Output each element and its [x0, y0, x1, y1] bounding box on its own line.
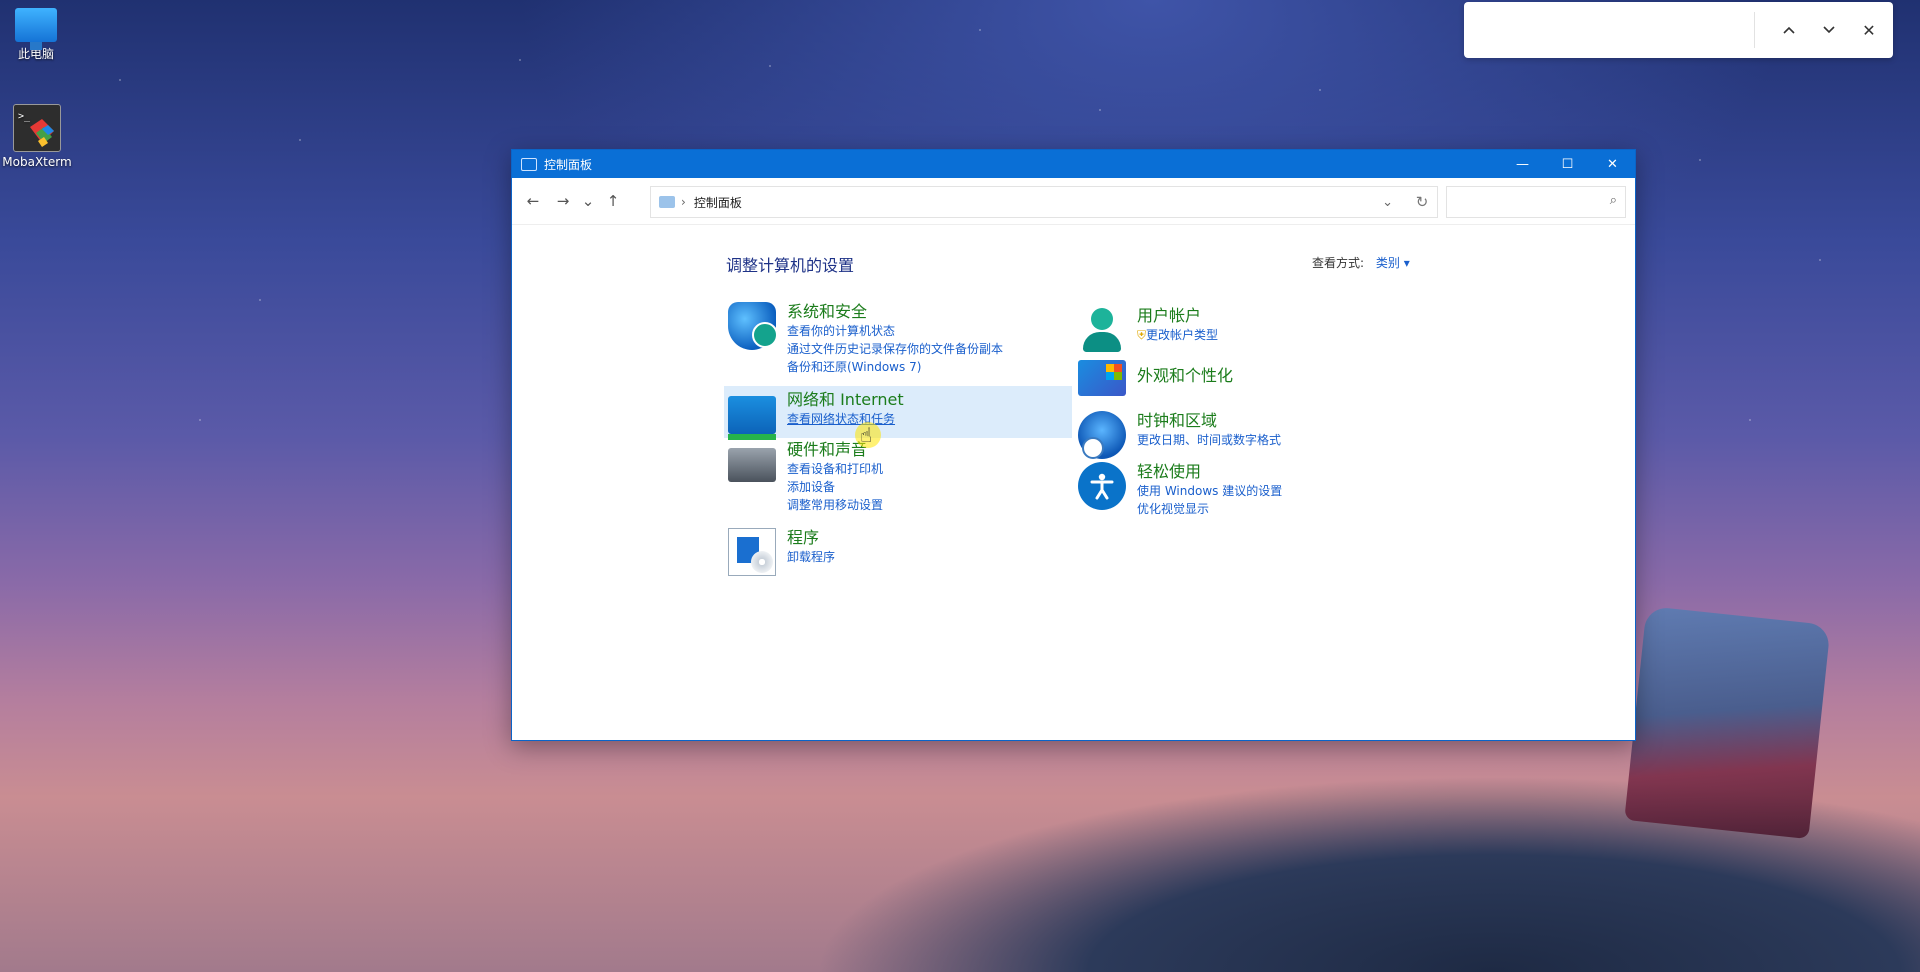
desktop-icon-mobaxterm[interactable]: >_ MobaXterm [0, 104, 75, 169]
page-title: 调整计算机的设置 [726, 256, 855, 275]
wallpaper-robot [1624, 605, 1831, 840]
window-title: 控制面板 [544, 157, 593, 172]
category-link[interactable]: 调整常用移动设置 [787, 496, 883, 514]
desktop-icon-this-pc[interactable]: 此电脑 [0, 8, 74, 62]
control-panel-icon [521, 157, 537, 171]
category-link[interactable]: 优化视觉显示 [1137, 500, 1282, 518]
category-ease-of-access: 轻松使用 使用 Windows 建议的设置 优化视觉显示 [1078, 462, 1282, 518]
category-title[interactable]: 轻松使用 [1137, 462, 1282, 482]
minimize-button[interactable]: — [1500, 150, 1545, 178]
refresh-button[interactable]: ↻ [1406, 186, 1438, 218]
accessibility-icon [1078, 462, 1126, 510]
close-button[interactable]: ✕ [1590, 150, 1635, 178]
control-panel-window: 控制面板 — ☐ ✕ ← → ⌄ ↑ › 控制面板 ⌄ ↻ ⌕ 调整计算机的设置… [511, 149, 1636, 741]
control-panel-icon [659, 196, 675, 208]
breadcrumb-control-panel[interactable]: 控制面板 [694, 194, 742, 211]
category-link[interactable]: 更改日期、时间或数字格式 [1137, 431, 1281, 449]
programs-icon [728, 528, 776, 576]
content-area: 调整计算机的设置 查看方式: 类别 ▾ 系统和安全 查看你的计算机状态 通过文件… [512, 226, 1635, 740]
shield-icon [728, 302, 778, 350]
mobaxterm-icon: >_ [13, 104, 61, 152]
search-input[interactable] [1453, 187, 1597, 217]
category-title[interactable]: 外观和个性化 [1137, 366, 1233, 386]
appearance-icon [1078, 360, 1126, 396]
desktop-icon-label: MobaXterm [2, 155, 72, 169]
svg-text:>_: >_ [18, 111, 31, 122]
category-user-accounts: 用户帐户 ⛨更改帐户类型 [1078, 306, 1218, 354]
category-link[interactable]: 查看网络状态和任务 [787, 410, 904, 428]
category-link-label: 更改帐户类型 [1146, 328, 1219, 342]
mouse-cursor: ☝ [855, 422, 881, 448]
category-title[interactable]: 时钟和区域 [1137, 411, 1281, 431]
find-previous-button[interactable] [1775, 16, 1803, 44]
address-dropdown-button[interactable]: ⌄ [1382, 195, 1393, 210]
find-bar-divider [1754, 12, 1755, 48]
view-by-label: 查看方式: [1312, 256, 1365, 270]
category-system-security: 系统和安全 查看你的计算机状态 通过文件历史记录保存你的文件备份副本 备份和还原… [728, 302, 1003, 376]
monitor-icon [15, 8, 57, 50]
maximize-button[interactable]: ☐ [1545, 150, 1590, 178]
category-title[interactable]: 程序 [787, 528, 835, 548]
network-icon [728, 396, 776, 440]
printer-icon [728, 448, 776, 482]
clock-icon [1078, 411, 1126, 459]
category-clock-region: 时钟和区域 更改日期、时间或数字格式 [1078, 411, 1281, 459]
uac-shield-icon: ⛨ [1137, 328, 1147, 342]
find-bar: ✕ [1464, 2, 1893, 58]
category-link[interactable]: 添加设备 [787, 478, 883, 496]
address-bar[interactable]: › 控制面板 ⌄ [650, 186, 1438, 218]
category-title[interactable]: 网络和 Internet [787, 390, 904, 410]
find-close-button[interactable]: ✕ [1855, 16, 1883, 44]
search-box: ⌕ [1446, 186, 1626, 218]
recent-locations-button[interactable]: ⌄ [578, 186, 598, 216]
category-link[interactable]: 备份和还原(Windows 7) [787, 358, 1003, 376]
category-link[interactable]: 查看设备和打印机 [787, 460, 883, 478]
category-link[interactable]: 通过文件历史记录保存你的文件备份副本 [787, 340, 1003, 358]
category-hardware-sound: 硬件和声音 查看设备和打印机 添加设备 调整常用移动设置 [728, 440, 883, 514]
category-link[interactable]: 使用 Windows 建议的设置 [1137, 482, 1282, 500]
category-title[interactable]: 用户帐户 [1137, 306, 1218, 326]
category-title[interactable]: 系统和安全 [787, 302, 1003, 322]
forward-button[interactable]: → [548, 186, 578, 216]
title-bar: 控制面板 — ☐ ✕ [512, 150, 1635, 178]
view-by-dropdown[interactable]: 类别 ▾ [1376, 256, 1410, 270]
view-by: 查看方式: 类别 ▾ [1312, 254, 1410, 271]
find-next-button[interactable] [1815, 16, 1843, 44]
category-link[interactable]: ⛨更改帐户类型 [1137, 326, 1218, 344]
back-button[interactable]: ← [518, 186, 548, 216]
hand-pointer-icon: ☝ [860, 423, 873, 447]
category-link[interactable]: 卸载程序 [787, 548, 835, 566]
category-appearance: 外观和个性化 [1078, 360, 1233, 396]
search-icon[interactable]: ⌕ [1610, 193, 1617, 208]
category-programs: 程序 卸载程序 [728, 528, 835, 576]
category-link[interactable]: 查看你的计算机状态 [787, 322, 1003, 340]
up-button[interactable]: ↑ [598, 186, 628, 216]
breadcrumb-separator: › [681, 195, 686, 209]
user-icon [1078, 306, 1126, 354]
